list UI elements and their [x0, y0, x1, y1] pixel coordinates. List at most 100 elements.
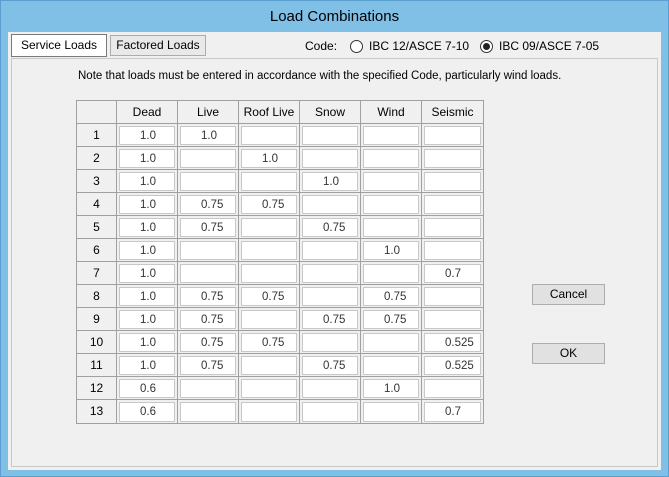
load-factor-input[interactable]: [241, 218, 297, 237]
load-factor-input[interactable]: [302, 287, 358, 306]
load-factor-input[interactable]: 0.525: [424, 333, 481, 352]
load-factor-input[interactable]: [302, 379, 358, 398]
load-factor-input[interactable]: [424, 287, 481, 306]
load-factor-input[interactable]: [302, 241, 358, 260]
load-factor-input[interactable]: 1.0: [119, 126, 175, 145]
load-factor-input[interactable]: [424, 218, 481, 237]
load-factor-input[interactable]: [302, 264, 358, 283]
load-factor-input[interactable]: [241, 241, 297, 260]
dialog-client: Service Loads Factored Loads Code: IBC 1…: [8, 32, 661, 470]
load-factor-input[interactable]: [180, 241, 236, 260]
load-factor-input[interactable]: [302, 149, 358, 168]
load-factor-input[interactable]: 0.6: [119, 402, 175, 422]
load-factor-input[interactable]: 0.7: [424, 264, 481, 283]
load-factor-input[interactable]: 0.75: [180, 218, 236, 237]
load-factor-input[interactable]: [424, 195, 481, 214]
code-option-ibc12[interactable]: IBC 12/ASCE 7-10: [350, 37, 469, 55]
grid-cell: 1.0: [117, 124, 178, 147]
load-factor-input[interactable]: [424, 310, 481, 329]
load-factor-input[interactable]: 0.75: [180, 310, 236, 329]
load-factor-input[interactable]: [241, 264, 297, 283]
load-factor-input[interactable]: [241, 126, 297, 145]
load-factor-input[interactable]: [241, 310, 297, 329]
load-factor-input[interactable]: [424, 126, 481, 145]
load-factor-input[interactable]: 1.0: [119, 333, 175, 352]
load-factor-input[interactable]: [363, 172, 419, 191]
load-factor-input[interactable]: 1.0: [119, 149, 175, 168]
load-factor-input[interactable]: 0.75: [180, 356, 236, 375]
load-factor-input[interactable]: 0.6: [119, 379, 175, 398]
load-factor-input[interactable]: 1.0: [119, 241, 175, 260]
load-factor-input[interactable]: 1.0: [119, 172, 175, 191]
load-factor-input[interactable]: [180, 264, 236, 283]
load-factor-input[interactable]: 0.75: [180, 287, 236, 306]
load-factor-input[interactable]: [363, 264, 419, 283]
radio-icon[interactable]: [350, 39, 363, 53]
grid-cell: [361, 400, 422, 423]
radio-checked-icon[interactable]: [480, 39, 493, 53]
load-factor-input[interactable]: 0.75: [363, 310, 419, 329]
load-factor-input[interactable]: [180, 172, 236, 191]
load-factor-input[interactable]: 1.0: [180, 126, 236, 145]
load-factor-input[interactable]: [241, 172, 297, 191]
load-factor-input[interactable]: [424, 241, 481, 260]
grid-cell: 0.525: [422, 354, 483, 377]
load-factor-input[interactable]: [363, 126, 419, 145]
load-factor-input[interactable]: [363, 333, 419, 352]
load-factor-input[interactable]: 0.75: [302, 218, 358, 237]
load-factor-input[interactable]: [180, 402, 236, 422]
load-factor-input[interactable]: [241, 379, 297, 398]
load-factor-input[interactable]: [424, 379, 481, 398]
load-factor-input[interactable]: 0.75: [363, 287, 419, 306]
load-factor-input[interactable]: 0.75: [241, 195, 297, 214]
load-factor-input[interactable]: 0.75: [241, 287, 297, 306]
load-factor-input[interactable]: 0.75: [302, 310, 358, 329]
load-factor-input[interactable]: [363, 149, 419, 168]
load-factor-input[interactable]: [302, 402, 358, 422]
load-factor-input[interactable]: [302, 126, 358, 145]
tab-factored-loads[interactable]: Factored Loads: [110, 35, 206, 56]
load-factor-input[interactable]: [363, 218, 419, 237]
grid-cell: [422, 285, 483, 308]
load-factor-input[interactable]: [424, 149, 481, 168]
grid-cell: 0.75: [178, 193, 239, 216]
load-factor-input[interactable]: 0.7: [424, 402, 481, 422]
load-factor-input[interactable]: 1.0: [119, 356, 175, 375]
load-factor-input[interactable]: 0.75: [302, 356, 358, 375]
load-factor-input[interactable]: 0.75: [241, 333, 297, 352]
load-factor-input[interactable]: [241, 402, 297, 422]
load-factor-input[interactable]: [180, 149, 236, 168]
load-factor-input[interactable]: [363, 402, 419, 422]
grid-cell: [361, 147, 422, 170]
load-factor-input[interactable]: 1.0: [119, 287, 175, 306]
load-factor-input[interactable]: 0.75: [180, 333, 236, 352]
grid-cell: [300, 193, 361, 216]
ok-button[interactable]: OK: [532, 343, 605, 364]
code-label: Code:: [305, 39, 338, 53]
load-factor-input[interactable]: 1.0: [119, 218, 175, 237]
load-factor-input[interactable]: [363, 356, 419, 375]
load-factor-input[interactable]: 1.0: [241, 149, 297, 168]
code-option-ibc09[interactable]: IBC 09/ASCE 7-05: [480, 37, 599, 55]
table-row: 10 1.0 0.75 0.75 0.525: [77, 331, 483, 354]
load-factor-input[interactable]: 0.525: [424, 356, 481, 375]
load-factor-input[interactable]: [302, 195, 358, 214]
load-factor-input[interactable]: 1.0: [119, 195, 175, 214]
load-factor-input[interactable]: [241, 356, 297, 375]
load-factor-input[interactable]: 1.0: [119, 310, 175, 329]
grid-cell: 0.75: [361, 285, 422, 308]
load-factor-input[interactable]: 0.75: [180, 195, 236, 214]
load-factor-input[interactable]: [424, 172, 481, 191]
grid-cell: [361, 262, 422, 285]
load-factor-input[interactable]: [180, 379, 236, 398]
load-factor-input[interactable]: [302, 333, 358, 352]
cancel-button[interactable]: Cancel: [532, 284, 605, 305]
load-factor-input[interactable]: 1.0: [363, 379, 419, 398]
load-factor-input[interactable]: 1.0: [363, 241, 419, 260]
column-header: Seismic: [422, 101, 483, 124]
load-factor-input[interactable]: 1.0: [302, 172, 358, 191]
load-factor-input[interactable]: 1.0: [119, 264, 175, 283]
row-number: 13: [77, 400, 117, 423]
load-factor-input[interactable]: [363, 195, 419, 214]
tab-service-loads[interactable]: Service Loads: [11, 34, 107, 57]
